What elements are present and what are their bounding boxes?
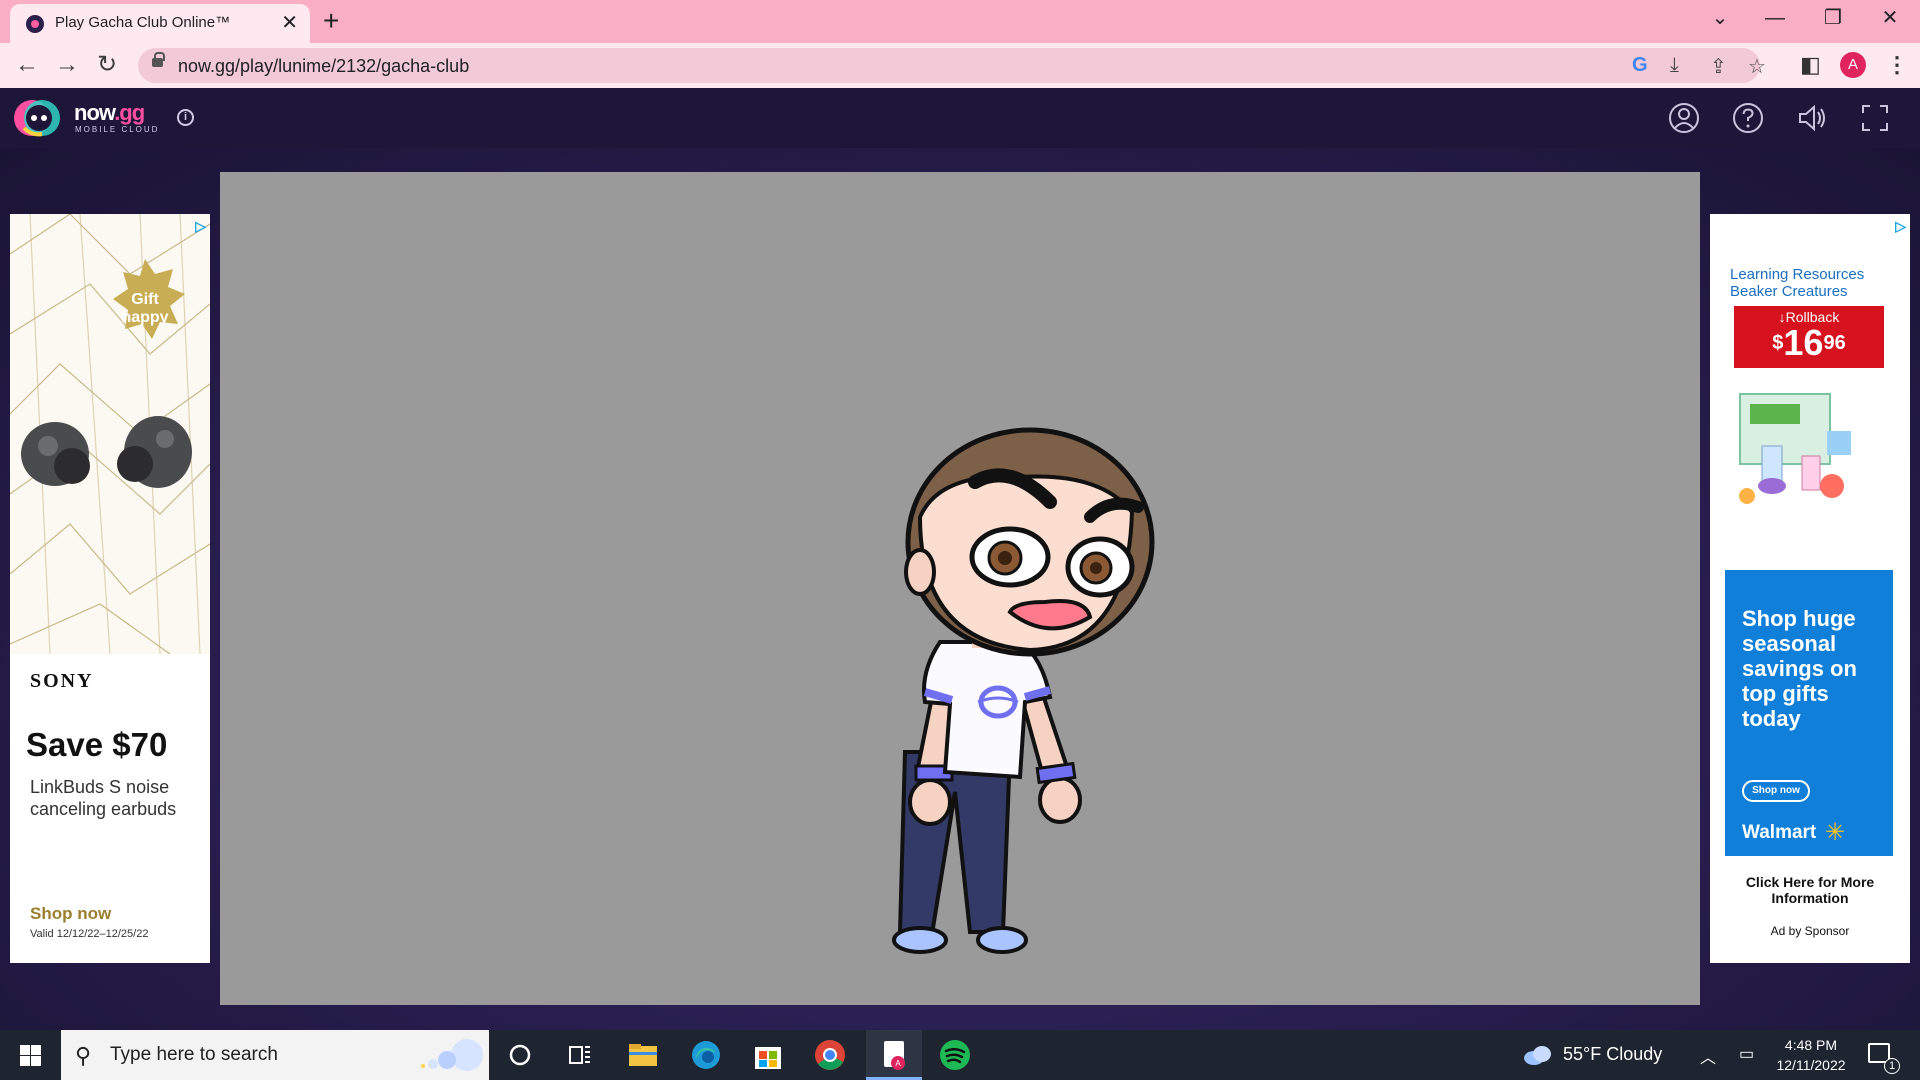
side-panel-icon[interactable]: ◧ [1800,52,1821,78]
device-icon[interactable]: ▭ [1739,1044,1754,1064]
back-arrow-icon[interactable]: ← [12,51,42,81]
price: $1696 [1772,322,1846,363]
ad-sponsor-label: Ad by Sponsor [1770,924,1850,938]
adchoices-icon[interactable]: ▷ [195,218,206,235]
walmart-ad[interactable]: ▷ Learning Resources Beaker Creatures ↓R… [1710,214,1910,963]
walmart-spark-icon: ✳ [1825,819,1846,846]
gift-happy-line1: Gift [131,291,159,308]
search-placeholder: Type here to search [110,1044,278,1065]
profile-avatar[interactable]: A [1840,52,1866,78]
ad-pattern-background: Gift happy [10,214,210,654]
bookmark-star-icon[interactable]: ☆ [1748,54,1766,79]
taskbar-search-box[interactable]: ⚲ Type here to search [61,1030,489,1080]
product-image [1739,393,1851,504]
show-hidden-icons-icon[interactable]: ︿ [1700,1044,1716,1068]
fullscreen-icon[interactable] [1858,101,1892,135]
url-text[interactable]: now.gg/play/lunime/2132/gacha-club [178,56,469,77]
nowgg-header: now.gg MOBILE CLOUD i [0,88,1920,148]
ad-valid-dates: Valid 12/12/22–12/25/22 [30,928,149,940]
install-app-icon[interactable]: ⤓ [1670,54,1679,77]
minimize-button[interactable]: — [1750,4,1800,32]
nowgg-logo-text: now.gg [74,100,145,125]
file-explorer-icon[interactable] [625,1037,661,1073]
product-name: Learning Resources Beaker Creatures [1730,266,1865,300]
adchoices-icon[interactable]: ▷ [1895,218,1906,235]
windows-start-icon[interactable] [20,1045,41,1066]
shop-now-link[interactable]: Shop now [30,904,111,924]
clock-date: 12/11/2022 [1776,1057,1846,1073]
google-lens-icon[interactable]: G [1632,54,1648,77]
walmart-logo: Walmart [1742,822,1817,843]
spotify-icon[interactable] [937,1037,973,1073]
chrome-icon[interactable] [812,1037,848,1073]
browser-tab[interactable]: Play Gacha Club Online™ ✕ [10,4,310,43]
tab-title: Play Gacha Club Online™ [55,14,231,31]
screen: Play Gacha Club Online™ ✕ + ⌄ — ❐ ✕ ← → … [0,0,1920,1080]
tab-search-dropdown-icon[interactable]: ⌄ [1695,4,1745,32]
svg-text:A: A [895,1059,901,1068]
nowgg-logo-subtitle: MOBILE CLOUD [75,125,160,134]
sony-logo: SONY [30,670,94,692]
gacha-character [892,427,1155,954]
restore-button[interactable]: ❐ [1808,4,1858,32]
nowgg-app-icon[interactable]: A [876,1037,912,1073]
notification-count-badge: 1 [1884,1058,1900,1074]
promo-message: Shop huge seasonal savings on top gifts … [1742,606,1857,731]
close-window-button[interactable]: ✕ [1865,4,1915,32]
rollback-price-badge: ↓Rollback $1696 [1734,306,1884,368]
edge-icon[interactable] [688,1037,724,1073]
windows-taskbar: ⚲ Type here to search A 55°F Cloudy ︿ ▭ … [0,1030,1920,1080]
walmart-promo-panel: Shop huge seasonal savings on top gifts … [1725,570,1893,856]
lock-icon [152,52,165,67]
forward-arrow-icon[interactable]: → [52,51,82,81]
ad-description: LinkBuds S noise canceling earbuds [30,777,177,819]
account-icon[interactable] [1667,101,1701,135]
cloudy-weather-icon [1524,1046,1551,1065]
weather-text[interactable]: 55°F Cloudy [1563,1044,1662,1065]
new-tab-button[interactable]: + [323,6,339,36]
browser-toolbar: ← → ↻ now.gg/play/lunime/2132/gacha-club… [0,43,1920,88]
help-icon[interactable] [1731,101,1765,135]
info-icon[interactable]: i [177,109,194,126]
browser-tab-strip: Play Gacha Club Online™ ✕ + ⌄ — ❐ ✕ [0,0,1920,43]
clock-time: 4:48 PM [1784,1037,1838,1053]
game-canvas[interactable] [220,172,1700,1005]
cortana-icon[interactable] [502,1037,538,1073]
nowgg-logo-icon[interactable] [12,98,68,138]
chrome-menu-icon[interactable]: ⋮ [1886,52,1908,78]
gift-happy-line2: happy [121,309,168,326]
taskbar-clock[interactable]: 4:48 PM 12/11/2022 [1770,1035,1852,1075]
search-icon: ⚲ [75,1043,92,1068]
task-view-icon[interactable] [562,1037,598,1073]
nowgg-favicon-icon [26,15,44,33]
sony-ad[interactable]: Gift happy ▷ SONY Save $70 LinkBuds S no… [10,214,210,963]
microsoft-store-icon[interactable] [750,1037,786,1073]
reload-icon[interactable]: ↻ [92,51,122,81]
sound-icon[interactable] [1795,101,1829,135]
more-info-link[interactable]: Click Here for More Information [1710,874,1910,906]
tab-close-icon[interactable]: ✕ [281,11,298,35]
earbuds-image [21,416,192,488]
ad-headline: Save $70 [26,726,168,763]
address-bar[interactable]: now.gg/play/lunime/2132/gacha-club G ⤓ ⇪… [138,48,1766,83]
shop-now-button[interactable]: Shop now [1742,780,1810,802]
search-highlight-icon [421,1039,483,1071]
share-icon[interactable]: ⇪ [1710,54,1727,79]
